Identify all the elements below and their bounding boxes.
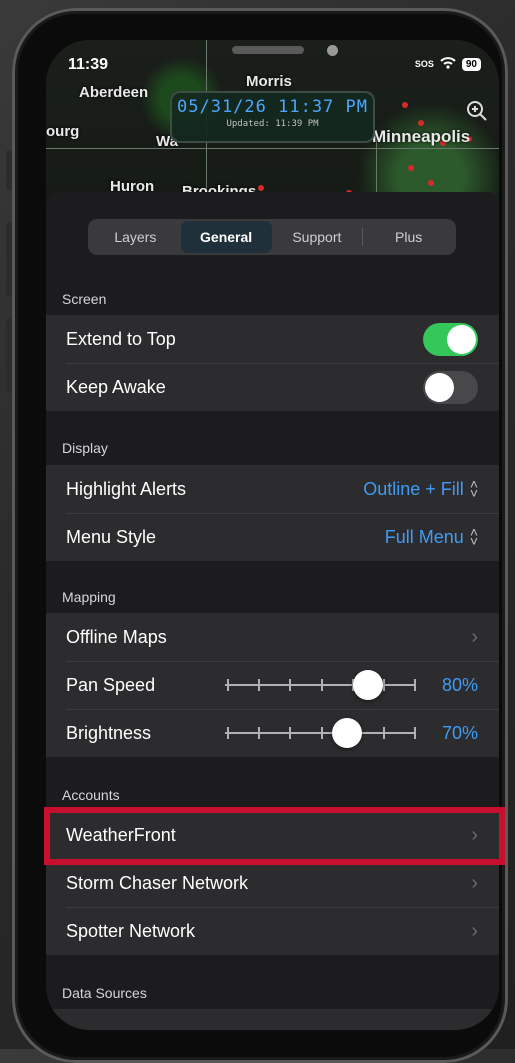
slider-thumb[interactable]: [332, 718, 363, 748]
screen: Morris Aberdeen ourg Wa Minneapolis Huro…: [46, 40, 499, 1030]
tab-layers[interactable]: Layers: [90, 221, 181, 253]
slider-tick: [258, 679, 261, 691]
pan-speed-value: 80%: [441, 674, 478, 695]
slider-tick: [414, 727, 416, 739]
map-marker: [418, 120, 424, 126]
map-label: ourg: [46, 123, 80, 140]
chevron-right-icon: ›: [471, 919, 478, 942]
chevron-right-icon: ›: [471, 871, 478, 894]
radar-timestamp: 05/31/26 11:37 PM Updated: 11:39 PM: [170, 91, 375, 143]
tab-plus[interactable]: Plus: [363, 221, 454, 253]
keep-awake-row: Keep Awake: [46, 363, 499, 411]
slider-tick: [382, 727, 385, 739]
highlight-alerts-row[interactable]: Highlight Alerts Outline + Fill ˄ ˅: [46, 465, 499, 513]
section-title-mapping: Mapping: [62, 589, 116, 605]
settings-sheet: Layers General Support Plus Screen Exten…: [46, 192, 499, 1030]
slider-tick: [258, 727, 261, 739]
pan-speed-row: Pan Speed 80%: [46, 661, 499, 709]
keep-awake-label: Keep Awake: [66, 376, 166, 397]
keep-awake-toggle[interactable]: [423, 370, 478, 404]
slider-tick: [320, 679, 323, 691]
status-indicators: SOS 90: [415, 57, 481, 71]
chevron-right-icon: ›: [471, 823, 478, 846]
status-time: 11:39: [68, 56, 109, 73]
account-storm-chaser-row[interactable]: Storm Chaser Network ›: [46, 859, 499, 907]
account-label: Spotter Network: [66, 920, 196, 941]
map-label: Minneapolis: [372, 127, 471, 146]
menu-style-picker[interactable]: Full Menu ˄ ˅: [384, 524, 478, 549]
tab-general[interactable]: General: [180, 221, 272, 253]
mapping-group: Offline Maps › Pan Speed 80% Brightness …: [46, 613, 499, 757]
slider-tick: [289, 679, 292, 691]
map-marker: [408, 165, 414, 171]
extend-to-top-label: Extend to Top: [66, 328, 176, 349]
highlight-alerts-picker[interactable]: Outline + Fill ˄ ˅: [363, 476, 478, 501]
menu-style-label: Menu Style: [66, 526, 157, 547]
brightness-value: 70%: [441, 722, 478, 743]
account-spotter-network-row[interactable]: Spotter Network ›: [46, 907, 499, 955]
offline-maps-row[interactable]: Offline Maps ›: [46, 613, 499, 661]
menu-style-value: Full Menu: [384, 526, 464, 547]
brightness-row: Brightness 70%: [46, 709, 499, 757]
chevron-up-down-icon: ˄ ˅: [469, 476, 478, 501]
account-weatherfront-row[interactable]: WeatherFront ›: [46, 811, 499, 859]
map-road: [46, 148, 499, 149]
chevron-right-icon: ›: [471, 625, 478, 648]
slider-tick: [382, 679, 385, 691]
map-label: Morris: [246, 73, 292, 90]
screen-group: Extend to Top Keep Awake: [46, 315, 499, 411]
zoom-icon[interactable]: [463, 100, 491, 128]
chevron-up-down-icon: ˄ ˅: [469, 524, 478, 549]
map-marker: [402, 102, 408, 108]
slider-thumb[interactable]: [353, 670, 384, 700]
updated-text: Updated: 11:39 PM: [226, 119, 319, 129]
side-button: [6, 150, 12, 190]
brightness-slider[interactable]: [223, 718, 418, 748]
tab-segmented-control: Layers General Support Plus: [88, 219, 456, 255]
toggle-knob: [447, 324, 476, 354]
volume-down-button: [6, 318, 12, 393]
battery-icon: 90: [461, 57, 481, 71]
map-marker: [258, 185, 264, 191]
timestamp-text: 05/31/26 11:37 PM: [177, 97, 368, 117]
wifi-icon: [440, 57, 456, 71]
slider-tick: [414, 679, 416, 691]
sos-indicator: SOS: [414, 59, 434, 69]
offline-maps-label: Offline Maps: [66, 626, 167, 647]
map-marker: [428, 180, 434, 186]
section-title-screen: Screen: [62, 291, 107, 307]
data-sources-group: [46, 1009, 499, 1030]
accounts-group: WeatherFront › Storm Chaser Network › Sp…: [46, 811, 499, 955]
slider-tick: [289, 727, 292, 739]
tab-support[interactable]: Support: [272, 221, 363, 253]
display-group: Highlight Alerts Outline + Fill ˄ ˅ Menu …: [46, 465, 499, 561]
toggle-knob: [425, 372, 454, 402]
camera: [327, 45, 338, 56]
account-label: Storm Chaser Network: [66, 872, 249, 893]
volume-up-button: [6, 222, 12, 297]
slider-tick: [227, 727, 229, 739]
section-title-data-sources: Data Sources: [62, 985, 147, 1001]
highlight-alerts-label: Highlight Alerts: [66, 478, 187, 499]
extend-to-top-toggle[interactable]: [423, 322, 478, 356]
dynamic-island: [232, 46, 304, 54]
section-title-accounts: Accounts: [62, 787, 120, 803]
account-label: WeatherFront: [66, 824, 176, 845]
menu-style-row[interactable]: Menu Style Full Menu ˄ ˅: [46, 513, 499, 561]
map-label: Aberdeen: [79, 84, 149, 101]
slider-tick: [227, 679, 229, 691]
pan-speed-slider[interactable]: [223, 670, 418, 700]
highlight-alerts-value: Outline + Fill: [363, 478, 464, 499]
slider-tick: [320, 727, 323, 739]
extend-to-top-row: Extend to Top: [46, 315, 499, 363]
section-title-display: Display: [62, 440, 108, 456]
